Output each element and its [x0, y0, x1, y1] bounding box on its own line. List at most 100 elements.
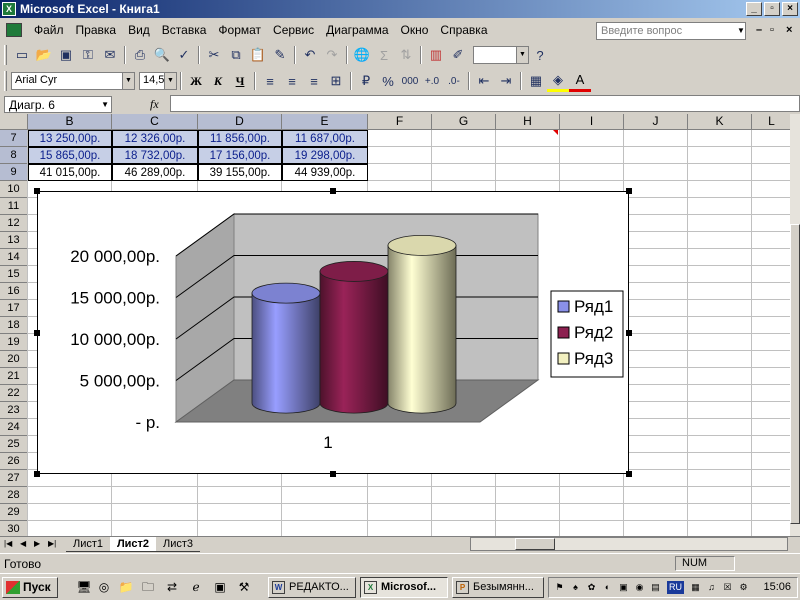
tray-app-icon[interactable]: ▦ [689, 581, 702, 594]
tray-app-icon[interactable]: ⚑ [553, 581, 566, 594]
row-header[interactable]: 22 [0, 385, 28, 402]
row-header[interactable]: 15 [0, 266, 28, 283]
decrease-decimal-icon[interactable]: .0- [443, 70, 465, 92]
zoom-combo[interactable]: ▼ [473, 46, 529, 64]
column-header-c[interactable]: C [112, 114, 198, 130]
row-header[interactable]: 8 [0, 147, 28, 164]
new-icon[interactable]: ▭ [11, 44, 33, 66]
vertical-scrollbar[interactable] [790, 114, 800, 536]
permission-icon[interactable]: ⚿ [77, 44, 99, 66]
column-header-h[interactable]: H [496, 114, 560, 130]
horizontal-scrollbar[interactable] [470, 537, 788, 551]
office-icon[interactable]: ◎ [96, 579, 112, 595]
save-icon[interactable]: ▣ [55, 44, 77, 66]
data-cell[interactable]: 12 326,00р. [112, 130, 198, 147]
tool-icon[interactable]: ⚒ [236, 579, 252, 595]
increase-indent-icon[interactable]: ⇥ [495, 70, 517, 92]
help-search-input[interactable]: Введите вопрос [596, 22, 746, 40]
row-header[interactable]: 7 [0, 130, 28, 147]
hyperlink-icon[interactable]: 🌐 [351, 44, 373, 66]
close-button[interactable]: × [782, 2, 798, 16]
doc-close-button[interactable]: × [786, 24, 792, 36]
first-sheet-icon[interactable]: |◀ [4, 539, 12, 548]
align-right-icon[interactable]: ≡ [303, 70, 325, 92]
column-header-g[interactable]: G [432, 114, 496, 130]
open-icon[interactable]: 📂 [33, 44, 55, 66]
menu-window[interactable]: Окно [395, 23, 435, 37]
resize-handle[interactable] [626, 188, 632, 194]
data-cell[interactable]: 13 250,00р. [28, 130, 112, 147]
data-cell[interactable]: 18 732,00р. [112, 147, 198, 164]
sort-icon[interactable]: ⇅ [395, 44, 417, 66]
row-header[interactable]: 13 [0, 232, 28, 249]
name-box[interactable]: Диагр. 6 ▼ [4, 95, 112, 113]
row-header[interactable]: 16 [0, 283, 28, 300]
resize-handle[interactable] [626, 471, 632, 477]
row-header[interactable]: 20 [0, 351, 28, 368]
row-header[interactable]: 12 [0, 215, 28, 232]
tray-app-icon[interactable]: ▣ [617, 581, 630, 594]
data-cell[interactable]: 46 289,00р. [112, 164, 198, 181]
tray-app-icon[interactable]: ♫ [705, 581, 718, 594]
row-header[interactable]: 19 [0, 334, 28, 351]
borders-icon[interactable]: ▦ [525, 70, 547, 92]
tray-app-icon[interactable]: ♠ [569, 581, 582, 594]
fx-icon[interactable]: fx [150, 97, 159, 112]
row-header[interactable]: 29 [0, 504, 28, 521]
chart-wizard-icon[interactable]: ▥ [425, 44, 447, 66]
doc-restore-button[interactable]: ▫ [770, 24, 774, 36]
minimize-button[interactable]: _ [746, 2, 762, 16]
increase-decimal-icon[interactable]: +.0 [421, 70, 443, 92]
row-header[interactable]: 23 [0, 402, 28, 419]
data-cell[interactable]: 11 687,00р. [282, 130, 368, 147]
restore-button[interactable]: ▫ [764, 2, 780, 16]
bold-button[interactable]: Ж [185, 70, 207, 92]
row-header[interactable]: 24 [0, 419, 28, 436]
currency-icon[interactable]: ₽ [355, 70, 377, 92]
resize-handle[interactable] [330, 188, 336, 194]
fill-color-icon[interactable]: ◈ [547, 70, 569, 92]
network-icon[interactable]: ⇄ [164, 579, 180, 595]
align-center-icon[interactable]: ≡ [281, 70, 303, 92]
email-icon[interactable]: ✉ [99, 44, 121, 66]
menu-insert[interactable]: Вставка [156, 23, 213, 37]
menu-view[interactable]: Вид [122, 23, 156, 37]
menu-chart[interactable]: Диаграмма [320, 23, 394, 37]
column-header-b[interactable]: B [28, 114, 112, 130]
help-icon[interactable]: ? [529, 44, 551, 66]
language-indicator[interactable]: RU [667, 581, 684, 594]
workbook-icon[interactable] [6, 23, 22, 37]
tray-app-icon[interactable]: ✿ [585, 581, 598, 594]
align-left-icon[interactable]: ≡ [259, 70, 281, 92]
sheet-tab-3[interactable]: Лист3 [156, 537, 200, 552]
data-cell[interactable]: 41 015,00р. [28, 164, 112, 181]
data-cell[interactable]: 11 856,00р. [198, 130, 282, 147]
menu-tools[interactable]: Сервис [267, 23, 320, 37]
row-header[interactable]: 9 [0, 164, 28, 181]
tray-app-icon[interactable]: ☒ [721, 581, 734, 594]
paste-icon[interactable]: 📋 [247, 44, 269, 66]
taskbar-button-paint[interactable]: P Безымянн... [452, 577, 544, 598]
tray-app-icon[interactable]: ◐ [601, 581, 614, 594]
row-header[interactable]: 14 [0, 249, 28, 266]
column-header-f[interactable]: F [368, 114, 432, 130]
drawing-icon[interactable]: ✐ [447, 44, 469, 66]
row-header[interactable]: 11 [0, 198, 28, 215]
explorer-icon[interactable]: 📁 [118, 579, 134, 595]
row-header[interactable]: 27 [0, 470, 28, 487]
resize-handle[interactable] [626, 330, 632, 336]
copy-icon[interactable]: ⧉ [225, 44, 247, 66]
select-all-corner[interactable] [0, 114, 28, 130]
taskbar-button-excel[interactable]: X Microsof... [360, 577, 448, 598]
font-name-combo[interactable]: Arial Cyr ▼ [11, 72, 135, 90]
print-icon[interactable]: ⎙ [129, 44, 151, 66]
next-sheet-icon[interactable]: ▶ [34, 539, 40, 548]
spelling-icon[interactable]: ✓ [173, 44, 195, 66]
doc-minimize-button[interactable]: – [756, 24, 762, 36]
menu-help[interactable]: Справка [434, 23, 493, 37]
column-header-j[interactable]: J [624, 114, 688, 130]
last-sheet-icon[interactable]: ▶| [48, 539, 56, 548]
percent-button[interactable]: % [377, 70, 399, 92]
chevron-down-icon[interactable]: ▼ [101, 97, 109, 112]
row-header[interactable]: 28 [0, 487, 28, 504]
